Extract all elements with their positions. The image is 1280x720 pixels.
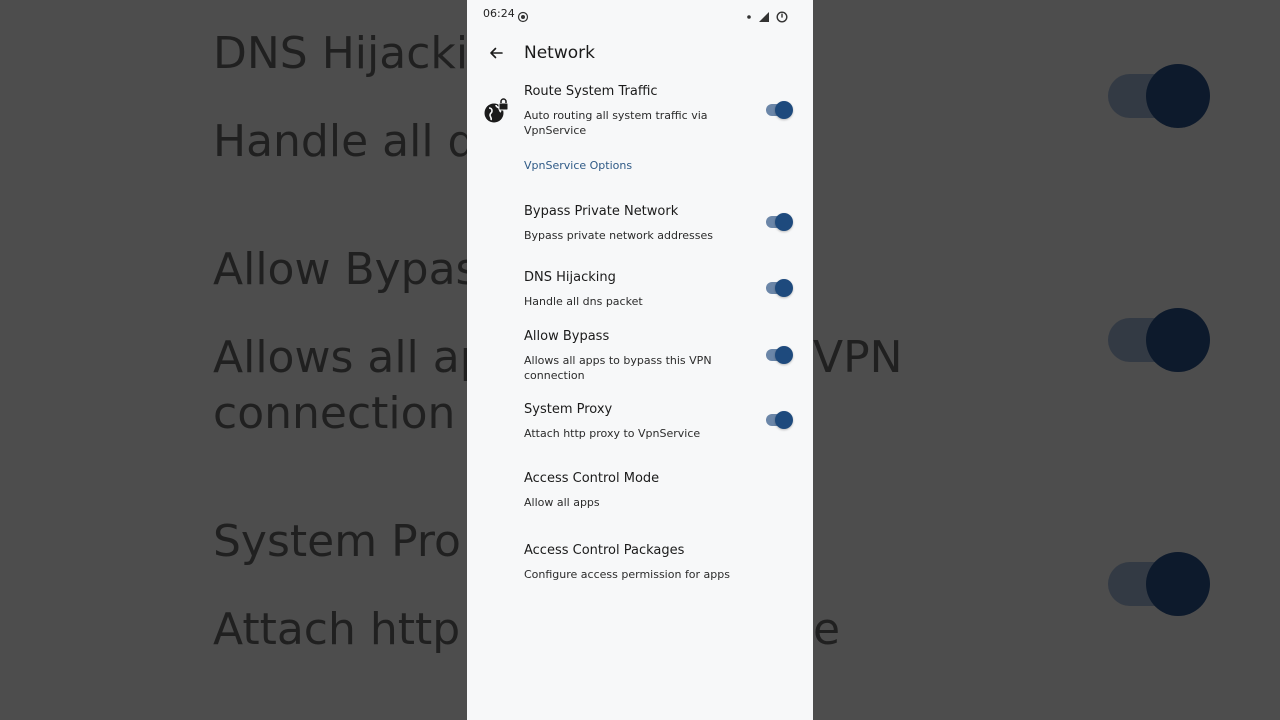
setting-title: DNS Hijacking: [524, 270, 616, 285]
back-button[interactable]: [481, 38, 511, 68]
setting-dns-hijacking[interactable]: DNS Hijacking Handle all dns packet: [467, 266, 813, 316]
signal-icon: [758, 8, 770, 22]
setting-subtitle: Auto routing all system traffic via VpnS…: [524, 109, 708, 137]
allow-bypass-switch[interactable]: [765, 344, 795, 366]
backdrop-toggle: [1108, 308, 1212, 372]
backdrop-text: Attach http p: [213, 604, 503, 655]
setting-system-proxy[interactable]: System Proxy Attach http proxy to VpnSer…: [467, 398, 813, 448]
backdrop-text: VPN: [813, 332, 903, 383]
setting-title: Access Control Packages: [524, 543, 685, 558]
backdrop-toggle: [1108, 552, 1212, 616]
setting-title: Route System Traffic: [524, 84, 658, 99]
backdrop-text: Handle all dn: [213, 116, 504, 167]
setting-access-control-packages[interactable]: Access Control Packages Configure access…: [467, 539, 813, 589]
setting-access-control-mode[interactable]: Access Control Mode Allow all apps: [467, 467, 813, 517]
setting-title: Allow Bypass: [524, 329, 610, 344]
setting-subtitle: Allows all apps to bypass this VPN conne…: [524, 354, 712, 382]
backdrop-text: Allow Bypas: [213, 244, 479, 295]
setting-allow-bypass[interactable]: Allow Bypass Allows all apps to bypass t…: [467, 325, 813, 387]
route-system-traffic-switch[interactable]: [765, 99, 795, 121]
status-time: 06:24: [483, 7, 515, 20]
dns-hijacking-switch[interactable]: [765, 277, 795, 299]
backdrop-text: connection: [213, 388, 456, 439]
setting-subtitle: Configure access permission for apps: [524, 568, 730, 581]
phone-screen: 06:24 Network Route System Traffic Auto …: [467, 0, 813, 720]
setting-subtitle: Bypass private network addresses: [524, 229, 714, 242]
page-title: Network: [524, 43, 595, 63]
bypass-private-network-switch[interactable]: [765, 211, 795, 233]
system-proxy-switch[interactable]: [765, 409, 795, 431]
setting-title: System Proxy: [524, 402, 613, 417]
globe-lock-icon: [483, 98, 509, 124]
status-bar: 06:24: [467, 0, 813, 28]
app-bar: Network: [467, 32, 813, 74]
backdrop-toggle: [1108, 64, 1212, 128]
setting-subtitle: Allow all apps: [524, 496, 600, 509]
battery-saver-icon: [776, 8, 788, 23]
notification-dot-icon: [743, 8, 755, 20]
setting-title: Access Control Mode: [524, 471, 660, 486]
section-label-vpnservice-options: VpnService Options: [524, 159, 633, 172]
setting-bypass-private-network[interactable]: Bypass Private Network Bypass private ne…: [467, 200, 813, 250]
setting-subtitle: Attach http proxy to VpnService: [524, 427, 701, 440]
backdrop-text: System Pro: [213, 516, 461, 567]
setting-route-system-traffic[interactable]: Route System Traffic Auto routing all sy…: [467, 80, 813, 144]
backdrop-text: DNS Hijacki: [213, 28, 469, 79]
screen-record-icon: [517, 8, 529, 23]
backdrop-text: e: [813, 604, 841, 655]
arrow-left-icon: [490, 47, 503, 59]
setting-subtitle: Handle all dns packet: [524, 295, 643, 308]
setting-title: Bypass Private Network: [524, 204, 679, 219]
